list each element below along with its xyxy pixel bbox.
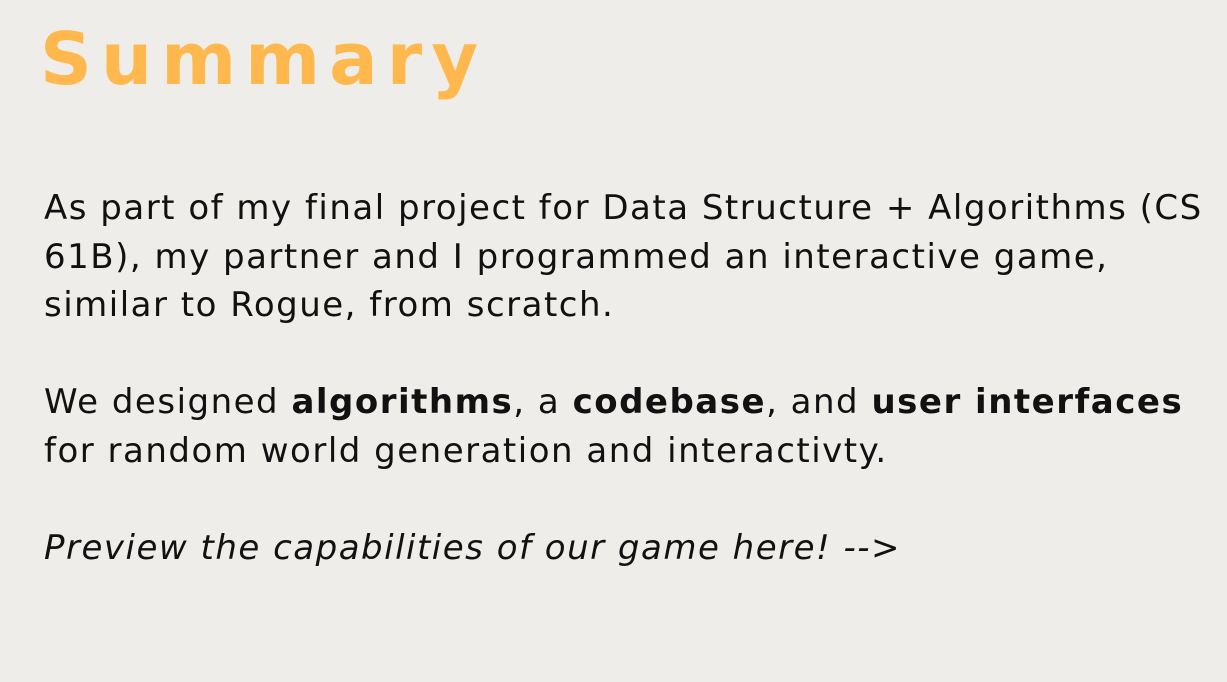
- design-intro-text: We designed: [44, 382, 292, 422]
- design-separator-1: , a: [513, 382, 573, 422]
- design-outro-text: for random world generation and interact…: [44, 430, 888, 471]
- highlight-algorithms: algorithms: [291, 382, 514, 422]
- highlight-codebase: codebase: [572, 382, 767, 422]
- preview-callout: Preview the capabilities of our game her…: [44, 524, 1214, 573]
- page-title: Summary: [40, 17, 488, 101]
- design-description: We designed algorithms, a codebase, and …: [44, 378, 1214, 475]
- summary-content: As part of my final project for Data Str…: [44, 184, 1214, 572]
- preview-game-link[interactable]: Preview the capabilities of our game her…: [44, 528, 901, 568]
- project-description: As part of my final project for Data Str…: [44, 188, 1203, 325]
- design-separator-2: , and: [766, 382, 872, 422]
- highlight-user-interfaces: user interfaces: [871, 382, 1184, 422]
